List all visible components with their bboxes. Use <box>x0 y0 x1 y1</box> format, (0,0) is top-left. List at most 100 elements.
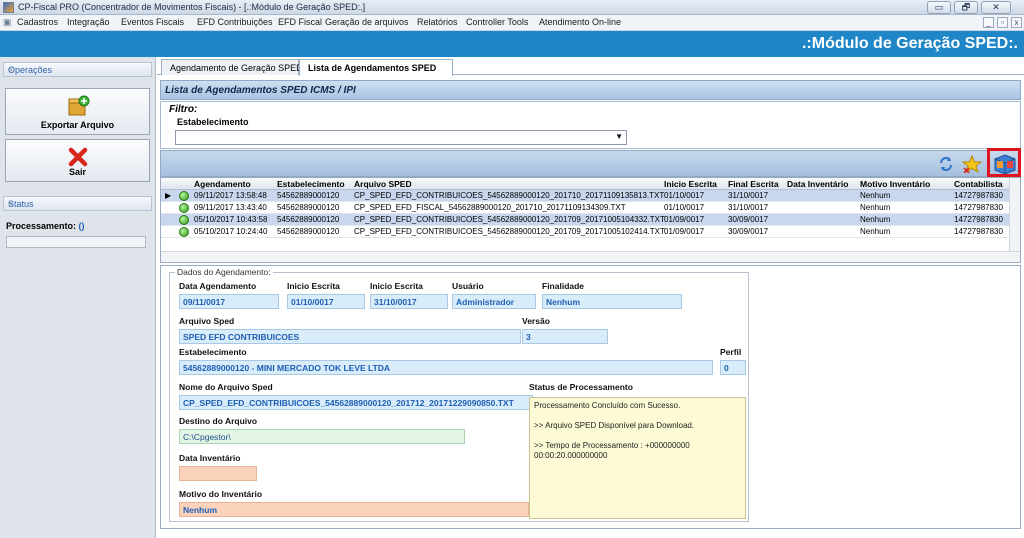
inicio-escrita-label: Inicio Escrita <box>287 281 340 291</box>
perfil-field[interactable]: 0 <box>720 360 746 375</box>
cell-inicio: 01/10/0017 <box>664 203 705 212</box>
refresh-icon[interactable] <box>938 156 954 172</box>
window-title: CP-Fiscal PRO (Concentrador de Movimento… <box>18 2 366 12</box>
processamento-row: Processamento: () <box>6 221 85 231</box>
cell-final: 31/10/0017 <box>728 191 769 200</box>
cell-final: 31/10/0017 <box>728 203 769 212</box>
data-agendamento-field[interactable]: 09/11/0017 <box>179 294 279 309</box>
tab-label: Lista de Agendamentos SPED <box>308 63 437 73</box>
table-row[interactable]: 09/11/2017 13:43:40 54562889000120 CP_SP… <box>161 202 1011 214</box>
tab-agendamento-geracao[interactable]: Agendamento de Geração SPED <box>161 59 303 75</box>
menu-efd-fiscal[interactable]: EFD Fiscal <box>278 17 322 27</box>
operacoes-header[interactable]: Operações « <box>3 62 152 77</box>
minimize-button[interactable]: ▭ <box>927 1 951 14</box>
nome-arquivo-field[interactable]: CP_SPED_EFD_CONTRIBUICOES_54562889000120… <box>179 395 533 410</box>
mdi-restore-button[interactable]: ▫ <box>997 17 1008 28</box>
processamento-value: () <box>78 221 85 231</box>
arquivo-sped-label: Arquivo Sped <box>179 316 235 326</box>
cell-agendamento: 09/11/2017 13:43:40 <box>194 203 267 212</box>
menu-atendimento-online[interactable]: Atendimento On-line <box>539 17 621 27</box>
final-escrita-field[interactable]: 31/10/0017 <box>370 294 448 309</box>
details-group: Dados do Agendamento: Data Agendamento 0… <box>169 267 749 522</box>
menu-app-icon: ▣ <box>3 17 12 27</box>
motivo-inventario-label: Motivo do Inventário <box>179 489 263 499</box>
cell-agendamento: 05/10/2017 10:24:40 <box>194 227 268 236</box>
status-header[interactable]: Status « <box>3 196 152 211</box>
collapse-icon[interactable]: « <box>8 64 146 74</box>
box-export-icon <box>68 95 90 116</box>
usuario-field[interactable]: Administrador <box>452 294 536 309</box>
col-inicio-escrita[interactable]: Inicio Escrita <box>664 179 717 189</box>
usuario-label: Usuário <box>452 281 484 291</box>
cell-estabelecimento: 54562889000120 <box>277 215 340 224</box>
versao-label: Versão <box>522 316 550 326</box>
col-contabilista[interactable]: Contabilista <box>954 179 1003 189</box>
tab-lista-agendamentos[interactable]: Lista de Agendamentos SPED <box>299 59 453 76</box>
window-title-bar: CP-Fiscal PRO (Concentrador de Movimento… <box>0 0 1024 15</box>
module-title: .:Módulo de Geração SPED:. <box>801 35 1018 52</box>
col-data-inventario[interactable]: Data Inventário <box>787 179 848 189</box>
menu-geracao-arquivos[interactable]: Geração de arquivos <box>325 17 409 27</box>
status-ok-icon <box>179 191 189 201</box>
cell-arquivo: CP_SPED_EFD_CONTRIBUICOES_54562889000120… <box>354 227 665 236</box>
estabelecimento-label: Estabelecimento <box>179 347 247 357</box>
cell-estabelecimento: 54562889000120 <box>277 191 340 200</box>
cell-motivo: Nenhum <box>860 215 891 224</box>
data-agendamento-label: Data Agendamento <box>179 281 257 291</box>
status-ok-icon <box>179 203 189 213</box>
schedule-grid: Agendamento Estabelecimento Arquivo SPED… <box>160 177 1021 263</box>
estabelecimento-field[interactable]: 54562889000120 - MINI MERCADO TOK LEVE L… <box>179 360 713 375</box>
mdi-minimize-button[interactable]: _ <box>983 17 994 28</box>
filter-box: Filtro: Estabelecimento ▼ <box>160 101 1021 149</box>
cell-arquivo: CP_SPED_EFD_CONTRIBUICOES_54562889000120… <box>354 191 665 200</box>
menu-cadastros[interactable]: Cadastros <box>17 17 58 27</box>
destino-label: Destino do Arquivo <box>179 416 258 426</box>
table-row[interactable]: 05/10/2017 10:43:58 54562889000120 CP_SP… <box>161 214 1011 226</box>
maximize-button[interactable]: 🗗 <box>954 1 978 14</box>
list-header-title: Lista de Agendamentos SPED ICMS / IPI <box>165 85 356 96</box>
status-processamento-textarea[interactable]: Processamento Concluído com Sucesso. >> … <box>529 397 746 519</box>
database-cube-icon[interactable] <box>993 153 1017 175</box>
close-button[interactable]: ✕ <box>981 1 1011 14</box>
estabelecimento-select[interactable]: ▼ <box>175 130 627 145</box>
inicio-escrita-field[interactable]: 01/10/0017 <box>287 294 365 309</box>
exit-button[interactable]: Sair <box>5 139 150 182</box>
cell-contabilista: 14727987830 <box>954 191 1003 200</box>
chevron-down-icon[interactable]: ▼ <box>615 132 623 141</box>
col-estabelecimento[interactable]: Estabelecimento <box>277 179 345 189</box>
menu-eventos-fiscais[interactable]: Eventos Fiscais <box>121 17 184 27</box>
cell-motivo: Nenhum <box>860 227 891 236</box>
versao-field[interactable]: 3 <box>522 329 608 344</box>
motivo-inventario-field[interactable]: Nenhum <box>179 502 529 517</box>
mdi-close-button[interactable]: x <box>1011 17 1022 28</box>
menu-controller-tools[interactable]: Controller Tools <box>466 17 528 27</box>
col-agendamento[interactable]: Agendamento <box>194 179 251 189</box>
destino-field[interactable]: C:\Cpgestor\ <box>179 429 465 444</box>
cell-inicio: 01/09/0017 <box>664 215 705 224</box>
new-star-icon[interactable] <box>962 155 982 173</box>
tab-label: Agendamento de Geração SPED <box>170 63 303 73</box>
menu-relatorios[interactable]: Relatórios <box>417 17 458 27</box>
col-final-escrita[interactable]: Final Escrita <box>728 179 779 189</box>
export-file-button[interactable]: Exportar Arquivo <box>5 88 150 135</box>
module-banner: .:Módulo de Geração SPED:. <box>0 31 1024 57</box>
col-motivo-inventario[interactable]: Motivo Inventário <box>860 179 930 189</box>
menu-integracao[interactable]: Integração <box>67 17 110 27</box>
table-row[interactable]: ▶ 09/11/2017 13:58:48 54562889000120 CP_… <box>161 190 1011 202</box>
finalidade-field[interactable]: Nenhum <box>542 294 682 309</box>
arquivo-sped-field[interactable]: SPED EFD CONTRIBUICOES <box>179 329 521 344</box>
final-escrita-label: Inicio Escrita <box>370 281 423 291</box>
menu-efd-contribuicoes[interactable]: EFD Contribuições <box>197 17 273 27</box>
grid-horizontal-scrollbar[interactable] <box>161 251 1020 262</box>
grid-vertical-scrollbar[interactable] <box>1009 178 1020 251</box>
data-inventario-field[interactable] <box>179 466 257 481</box>
list-header: Lista de Agendamentos SPED ICMS / IPI <box>160 80 1021 100</box>
exit-label: Sair <box>68 167 86 177</box>
processamento-label: Processamento: <box>6 221 77 231</box>
details-panel: Dados do Agendamento: Data Agendamento 0… <box>160 265 1021 529</box>
collapse-icon[interactable]: « <box>8 198 146 208</box>
col-arquivo-sped[interactable]: Arquivo SPED <box>354 179 412 189</box>
cell-contabilista: 14727987830 <box>954 215 1003 224</box>
table-row[interactable]: 05/10/2017 10:24:40 54562889000120 CP_SP… <box>161 226 1011 238</box>
cell-arquivo: CP_SPED_EFD_CONTRIBUICOES_54562889000120… <box>354 215 665 224</box>
